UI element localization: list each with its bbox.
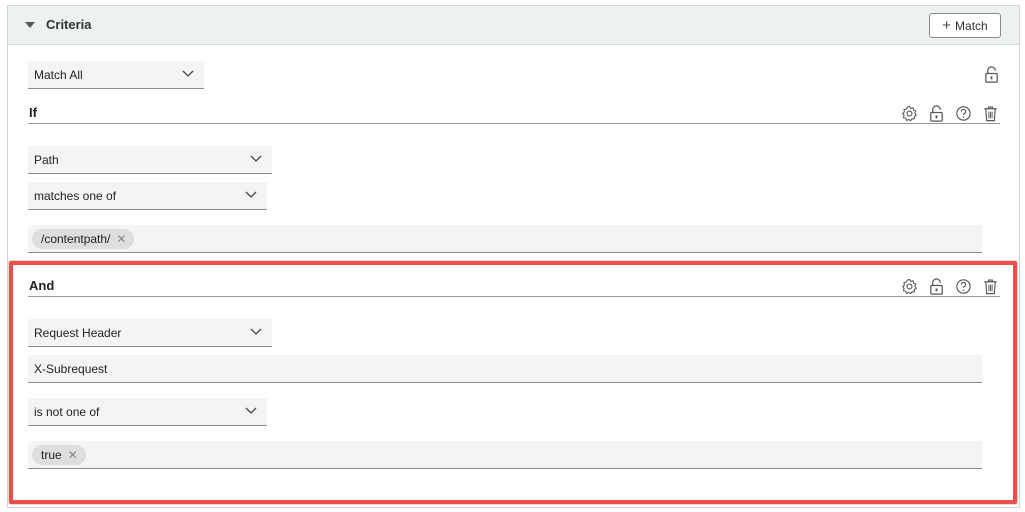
help-icon[interactable] [954, 104, 973, 123]
gear-icon[interactable] [900, 104, 919, 123]
lock-icon[interactable] [982, 65, 1001, 84]
if-toolbar [900, 104, 1000, 123]
criteria-title: Criteria [46, 17, 92, 32]
value-chip: /contentpath/ ✕ [32, 228, 135, 249]
if-field-value: Path [34, 152, 59, 167]
plus-icon: + [942, 17, 952, 34]
match-mode-value: Match All [34, 67, 83, 82]
chevron-down-icon [182, 70, 194, 77]
if-divider [28, 123, 1000, 124]
chip-label: /contentpath/ [41, 231, 111, 246]
if-values-input[interactable]: /contentpath/ ✕ [28, 225, 982, 253]
add-match-button[interactable]: + Match [929, 13, 1001, 38]
chevron-down-icon [245, 191, 257, 198]
add-match-label: Match [955, 18, 988, 33]
criteria-header[interactable]: Criteria + Match [8, 6, 1019, 45]
if-operator-value: matches one of [34, 188, 117, 203]
close-icon[interactable]: ✕ [116, 232, 126, 246]
chevron-down-icon [250, 155, 262, 162]
highlight-box [9, 261, 1017, 504]
if-operator-select[interactable]: matches one of [28, 182, 267, 210]
lock-icon[interactable] [927, 104, 946, 123]
caret-down-icon[interactable] [25, 22, 35, 28]
if-title: If [29, 105, 37, 120]
if-field-select[interactable]: Path [28, 146, 272, 174]
match-mode-select[interactable]: Match All [28, 61, 204, 89]
trash-icon[interactable] [981, 104, 1000, 123]
